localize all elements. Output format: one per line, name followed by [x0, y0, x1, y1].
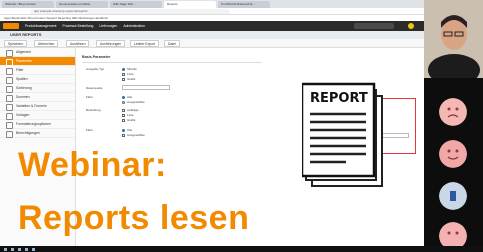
checkbox-icon[interactable] — [122, 72, 125, 76]
notification-icon[interactable] — [408, 23, 414, 29]
participant-avatar-icon[interactable] — [439, 182, 467, 210]
last-export-button[interactable]: Letzter Export — [130, 40, 160, 47]
radio-icon[interactable] — [122, 67, 125, 71]
executions-button[interactable]: Ausführungen — [96, 40, 126, 47]
report-document-icon: REPORT — [302, 82, 383, 187]
field-label: Datenquelle — [86, 86, 103, 90]
participant-avatar-icon[interactable] — [439, 140, 467, 168]
sidebar-item[interactable]: Summen — [0, 93, 75, 102]
sidebar-item[interactable]: Spalten — [0, 75, 75, 84]
radio-option[interactable]: Alle — [122, 128, 132, 132]
webinar-title-line1: Webinar: — [18, 146, 167, 184]
page-title: USER REPORTS — [0, 31, 424, 39]
datasource-input[interactable] — [122, 85, 170, 90]
sidebar-item[interactable]: Berechtigungen — [0, 129, 75, 138]
browser-icon[interactable] — [18, 247, 21, 251]
radio-option[interactable]: Ausgewählte — [122, 100, 145, 104]
field-label: Ausgabe-Typ — [86, 67, 105, 71]
participant-panel — [424, 0, 483, 250]
checkbox-icon[interactable] — [122, 108, 125, 112]
folder-icon[interactable] — [25, 247, 28, 251]
taskbar — [0, 246, 483, 252]
app-logo[interactable] — [3, 23, 19, 29]
radio-icon[interactable] — [122, 128, 125, 132]
sidebar-item[interactable]: Filter — [0, 66, 75, 75]
checkbox-option[interactable]: Aufträge — [122, 108, 139, 112]
webinar-title-line2: Reports lesen — [18, 199, 250, 237]
checkbox-option[interactable]: Ausgewählte — [122, 133, 145, 137]
radio-option[interactable]: Alle — [122, 95, 132, 99]
nav-item[interactable]: Administration — [123, 24, 144, 28]
browser-tab[interactable]: Hilfe Sage 100 ... — [110, 1, 162, 8]
browser-tab-active[interactable]: Reports — [164, 1, 216, 8]
document-lines-icon — [310, 112, 366, 164]
save-button[interactable]: Speichern — [4, 40, 28, 47]
checkbox-icon[interactable] — [122, 118, 125, 122]
sidebar-item-active[interactable]: Parameter — [0, 57, 75, 66]
webcam-video — [424, 0, 483, 78]
sidebar-item[interactable]: Sortierung — [0, 84, 75, 93]
sidebar-item[interactable]: Vorlagen — [0, 111, 75, 120]
sidebar-item[interactable]: Variablen & Formeln — [0, 102, 75, 111]
participant-avatar-icon[interactable] — [439, 98, 467, 126]
checkbox-option[interactable]: Grafik — [122, 118, 135, 122]
divider — [82, 62, 262, 63]
field-label: Filter — [86, 128, 93, 132]
report-label: REPORT — [310, 91, 368, 106]
radio-option[interactable]: Grafik — [122, 77, 135, 81]
browser-tab[interactable]: documentation portfolio — [56, 1, 108, 8]
browser-window: Webinar / Blog Content documentation por… — [0, 0, 424, 246]
checkbox-option[interactable]: Liste — [122, 113, 134, 117]
field-label: Bestellung — [86, 108, 101, 112]
file-button[interactable]: Datei — [164, 40, 180, 47]
sidebar-item[interactable]: Formatierungsoptionen — [0, 120, 75, 129]
checkbox-icon[interactable] — [122, 113, 125, 117]
app-navbar: Produktmanagement Prozesse Bestellung Li… — [0, 21, 424, 31]
start-icon[interactable] — [4, 247, 7, 251]
field-label: Filter — [86, 95, 93, 99]
radio-icon[interactable] — [122, 100, 125, 104]
toolbar: Speichern Abbrechen Ausführen Ausführung… — [0, 39, 424, 48]
checkbox-icon[interactable] — [122, 133, 125, 137]
radio-icon[interactable] — [122, 95, 125, 99]
section-title: Basis-Parameter — [82, 55, 111, 59]
browser-tab[interactable]: frn.DSGVO-Datenschut... — [218, 1, 270, 8]
search-icon[interactable] — [11, 247, 14, 251]
nav-item[interactable]: Lieferungen — [99, 24, 117, 28]
nav-item[interactable]: Produktmanagement — [25, 24, 56, 28]
radio-option[interactable]: Liste — [122, 72, 134, 76]
radio-option[interactable]: Tabelle — [122, 67, 137, 71]
checkbox-icon[interactable] — [122, 77, 125, 81]
mail-icon[interactable] — [32, 247, 35, 251]
presenter-image — [424, 0, 483, 78]
nav-item[interactable]: Prozesse Bestellung — [62, 24, 93, 28]
address-bar: app.example-inventory-report.de/reports — [0, 8, 424, 15]
sidebar-item[interactable]: Allgemein — [0, 48, 75, 57]
search-input[interactable] — [354, 23, 394, 29]
cancel-button[interactable]: Abbrechen — [34, 40, 59, 47]
browser-tabstrip: Webinar / Blog Content documentation por… — [0, 0, 424, 8]
run-button[interactable]: Ausführen — [66, 40, 90, 47]
browser-tab[interactable]: Webinar / Blog Content — [2, 1, 54, 8]
url-input[interactable]: app.example-inventory-report.de/reports — [30, 9, 230, 14]
